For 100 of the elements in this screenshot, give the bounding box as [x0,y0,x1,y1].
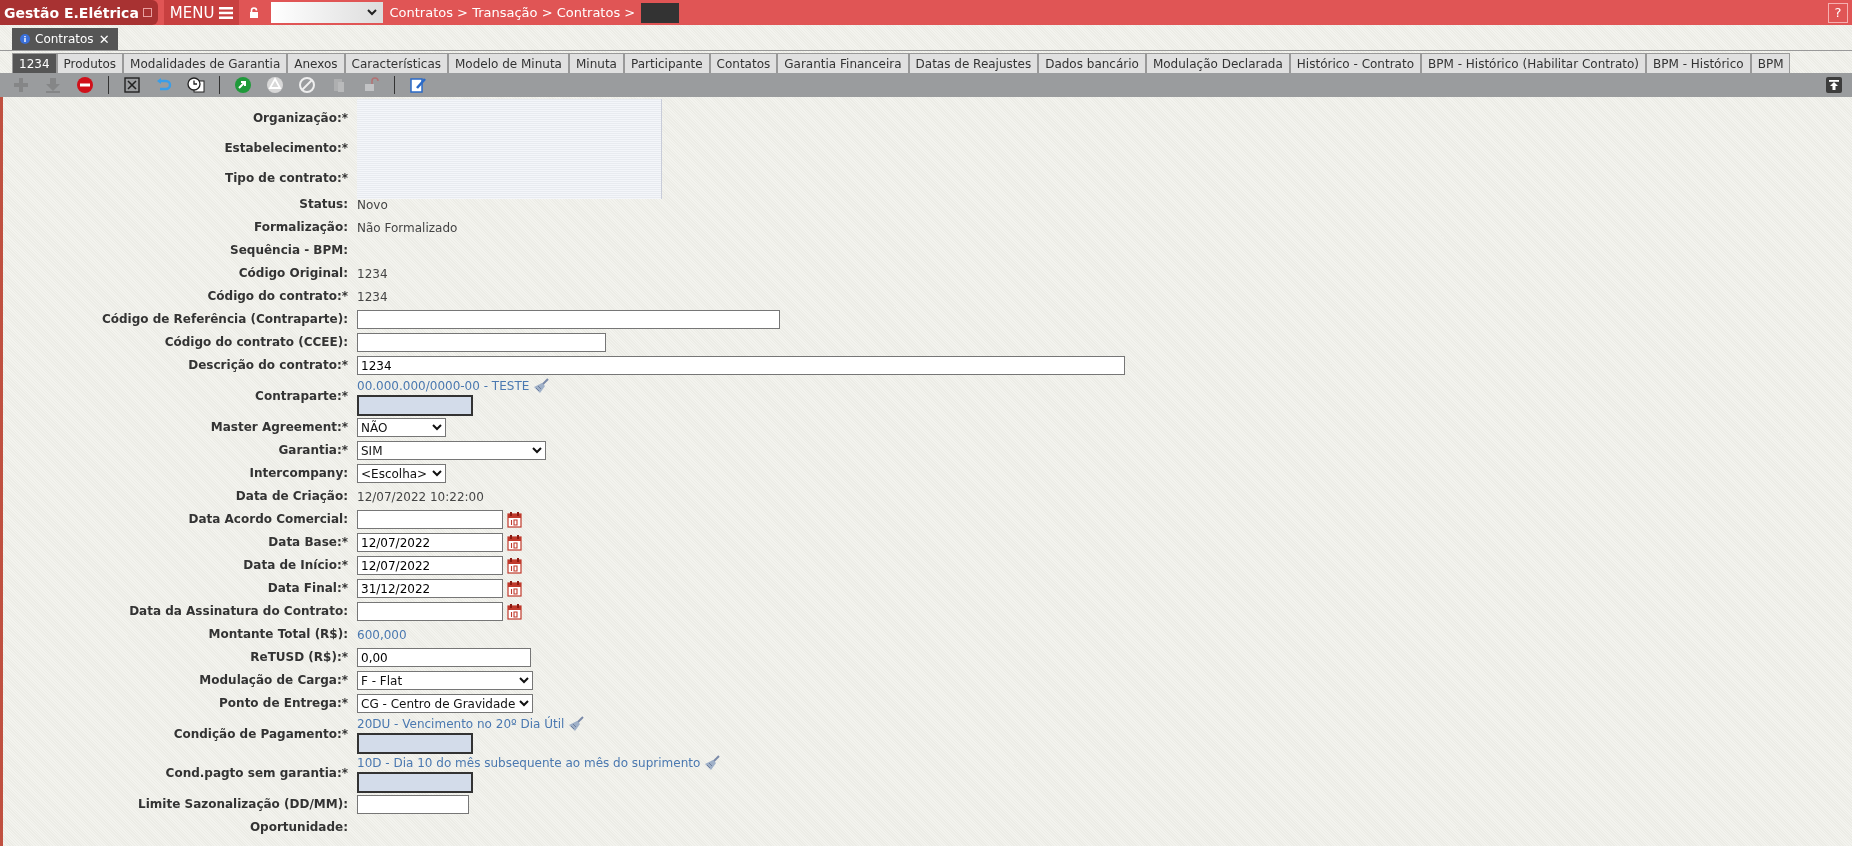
field-label: Contraparte:* [254,388,348,405]
tab[interactable]: Contatos [709,53,778,73]
help-button[interactable]: ? [1828,2,1848,23]
field-label: Master Agreement:* [209,419,348,436]
tab[interactable]: BPM [1750,53,1791,73]
field-value: 600,000 [357,627,407,642]
scroll-top-icon[interactable] [1826,77,1842,93]
tab[interactable]: BPM - Histórico (Habilitar Contrato) [1421,53,1646,73]
window-icon[interactable] [142,8,152,17]
tab[interactable]: Modulação Declarada [1145,53,1290,73]
dropdown[interactable]: SIM [357,441,546,460]
input-field[interactable] [357,333,606,352]
tab[interactable]: Participante [623,53,710,73]
cancel-icon[interactable] [123,76,141,94]
field-label: ReTUSD (R$):* [249,649,348,666]
document-tab[interactable]: Contratos ✕ [12,28,118,50]
field-label: Tipo de contrato:* [224,170,348,187]
calendar-icon[interactable] [507,603,522,620]
lock-icon[interactable] [249,6,260,19]
lookup-link[interactable]: 10D - Dia 10 do mês subsequente ao mês do suprimento [357,755,701,770]
tab[interactable]: 1234 [12,53,57,73]
edit-icon[interactable] [409,76,427,94]
field-label: Data da Assinatura do Contrato: [128,603,348,620]
dropdown[interactable]: F - Flat [357,671,533,690]
tab[interactable]: Datas de Reajustes [908,53,1039,73]
tab[interactable]: Minuta [569,53,624,73]
close-icon[interactable]: ✕ [98,31,110,47]
broom-icon[interactable] [704,754,721,771]
tab[interactable]: BPM - Histórico [1646,53,1751,73]
input-field[interactable]: 12/07/2022 [357,533,503,552]
field-label: Intercompany: [248,465,348,482]
input-field[interactable]: 31/12/2022 [357,579,503,598]
input-field[interactable] [357,510,503,529]
caret-icon [432,470,442,477]
lookup-field[interactable] [357,733,473,754]
field-label: Organização:* [251,110,348,127]
tab[interactable]: Histórico - Contrato [1289,53,1421,73]
field-label: Código de Referência (Contraparte): [100,311,348,328]
dropdown[interactable]: CG - Centro de Gravidade [357,694,534,713]
caret-icon [432,424,442,431]
field-value: 1234 [357,266,388,281]
broom-icon[interactable] [533,377,550,394]
field-label: Cond.pagto sem garantia:* [164,765,348,782]
app-title: Gestão E.Elétrica [4,4,139,21]
calendar-icon[interactable] [507,511,522,528]
tab[interactable]: Garantia Financeira [777,53,909,73]
field-label: Garantia:* [277,442,348,459]
field-label: Condição de Pagamento:* [172,726,348,743]
input-field[interactable]: 0,00 [357,648,531,667]
tab-label: Contratos [35,32,94,46]
field-label: Modulação de Carga:* [198,672,348,689]
tab[interactable]: Modelo de Minuta [448,53,569,73]
field-label: Código Original: [237,265,348,282]
field-label: Código do contrato:* [206,288,348,305]
field-label: Data de Início:* [242,557,348,574]
menu-button[interactable]: MENU [163,0,240,25]
tab[interactable]: Dados bancário [1038,53,1146,73]
field-value: 1234 [357,289,388,304]
field-value: Não Formalizado [357,220,458,235]
tab[interactable]: Anexos [287,53,345,73]
input-field[interactable] [357,795,469,814]
approve-icon[interactable] [234,76,252,94]
field-label: Formalização: [252,219,348,236]
calendar-icon[interactable] [507,534,522,551]
block-icon[interactable] [298,76,316,94]
calendar-icon[interactable] [507,557,522,574]
input-field[interactable] [357,310,780,329]
input-field[interactable]: 12/07/2022 [357,556,503,575]
caret-icon [367,9,378,16]
field-value: Novo [357,197,388,212]
field-label: Limite Sazonalização (DD/MM): [137,796,348,813]
input-field[interactable]: 1234 [357,356,1125,375]
field-label: Montante Total (R$): [207,626,348,643]
caret-icon [532,447,542,454]
calendar-icon[interactable] [507,580,522,597]
tab[interactable]: Características [344,53,448,73]
caret-icon [519,677,529,684]
input-field[interactable] [357,602,503,621]
caret-icon [519,700,530,707]
tab[interactable]: Produtos [56,53,124,73]
field-label: Estabelecimento:* [223,140,348,157]
field-label: Status: [298,196,348,213]
lookup-link[interactable]: 20DU - Vencimento no 20º Dia Útil [357,716,565,731]
lookup-field[interactable] [357,395,473,416]
broom-icon[interactable] [568,715,585,732]
dropdown[interactable]: NÃO [357,418,446,437]
field-label: Código do contrato (CCEE): [163,334,348,351]
lookup-field[interactable] [357,772,473,793]
stop-icon[interactable] [76,76,94,94]
field-label: Descrição do contrato:* [187,357,348,374]
breadcrumb[interactable]: Contratos > Transação > Contratos > [389,5,636,20]
field-label: Ponto de Entrega:* [218,695,348,712]
field-label: Oportunidade: [248,819,348,836]
clock-icon[interactable] [187,76,205,94]
tab[interactable]: Modalidades de Garantia [123,53,288,73]
redacted-label [641,2,680,23]
field-value: 12/07/2022 10:22:00 [357,489,484,504]
lookup-link[interactable]: 00.000.000/0000-00 - TESTE [357,378,530,393]
field-label: Data de Criação: [234,488,348,505]
dropdown[interactable]: <Escolha> [357,464,446,483]
